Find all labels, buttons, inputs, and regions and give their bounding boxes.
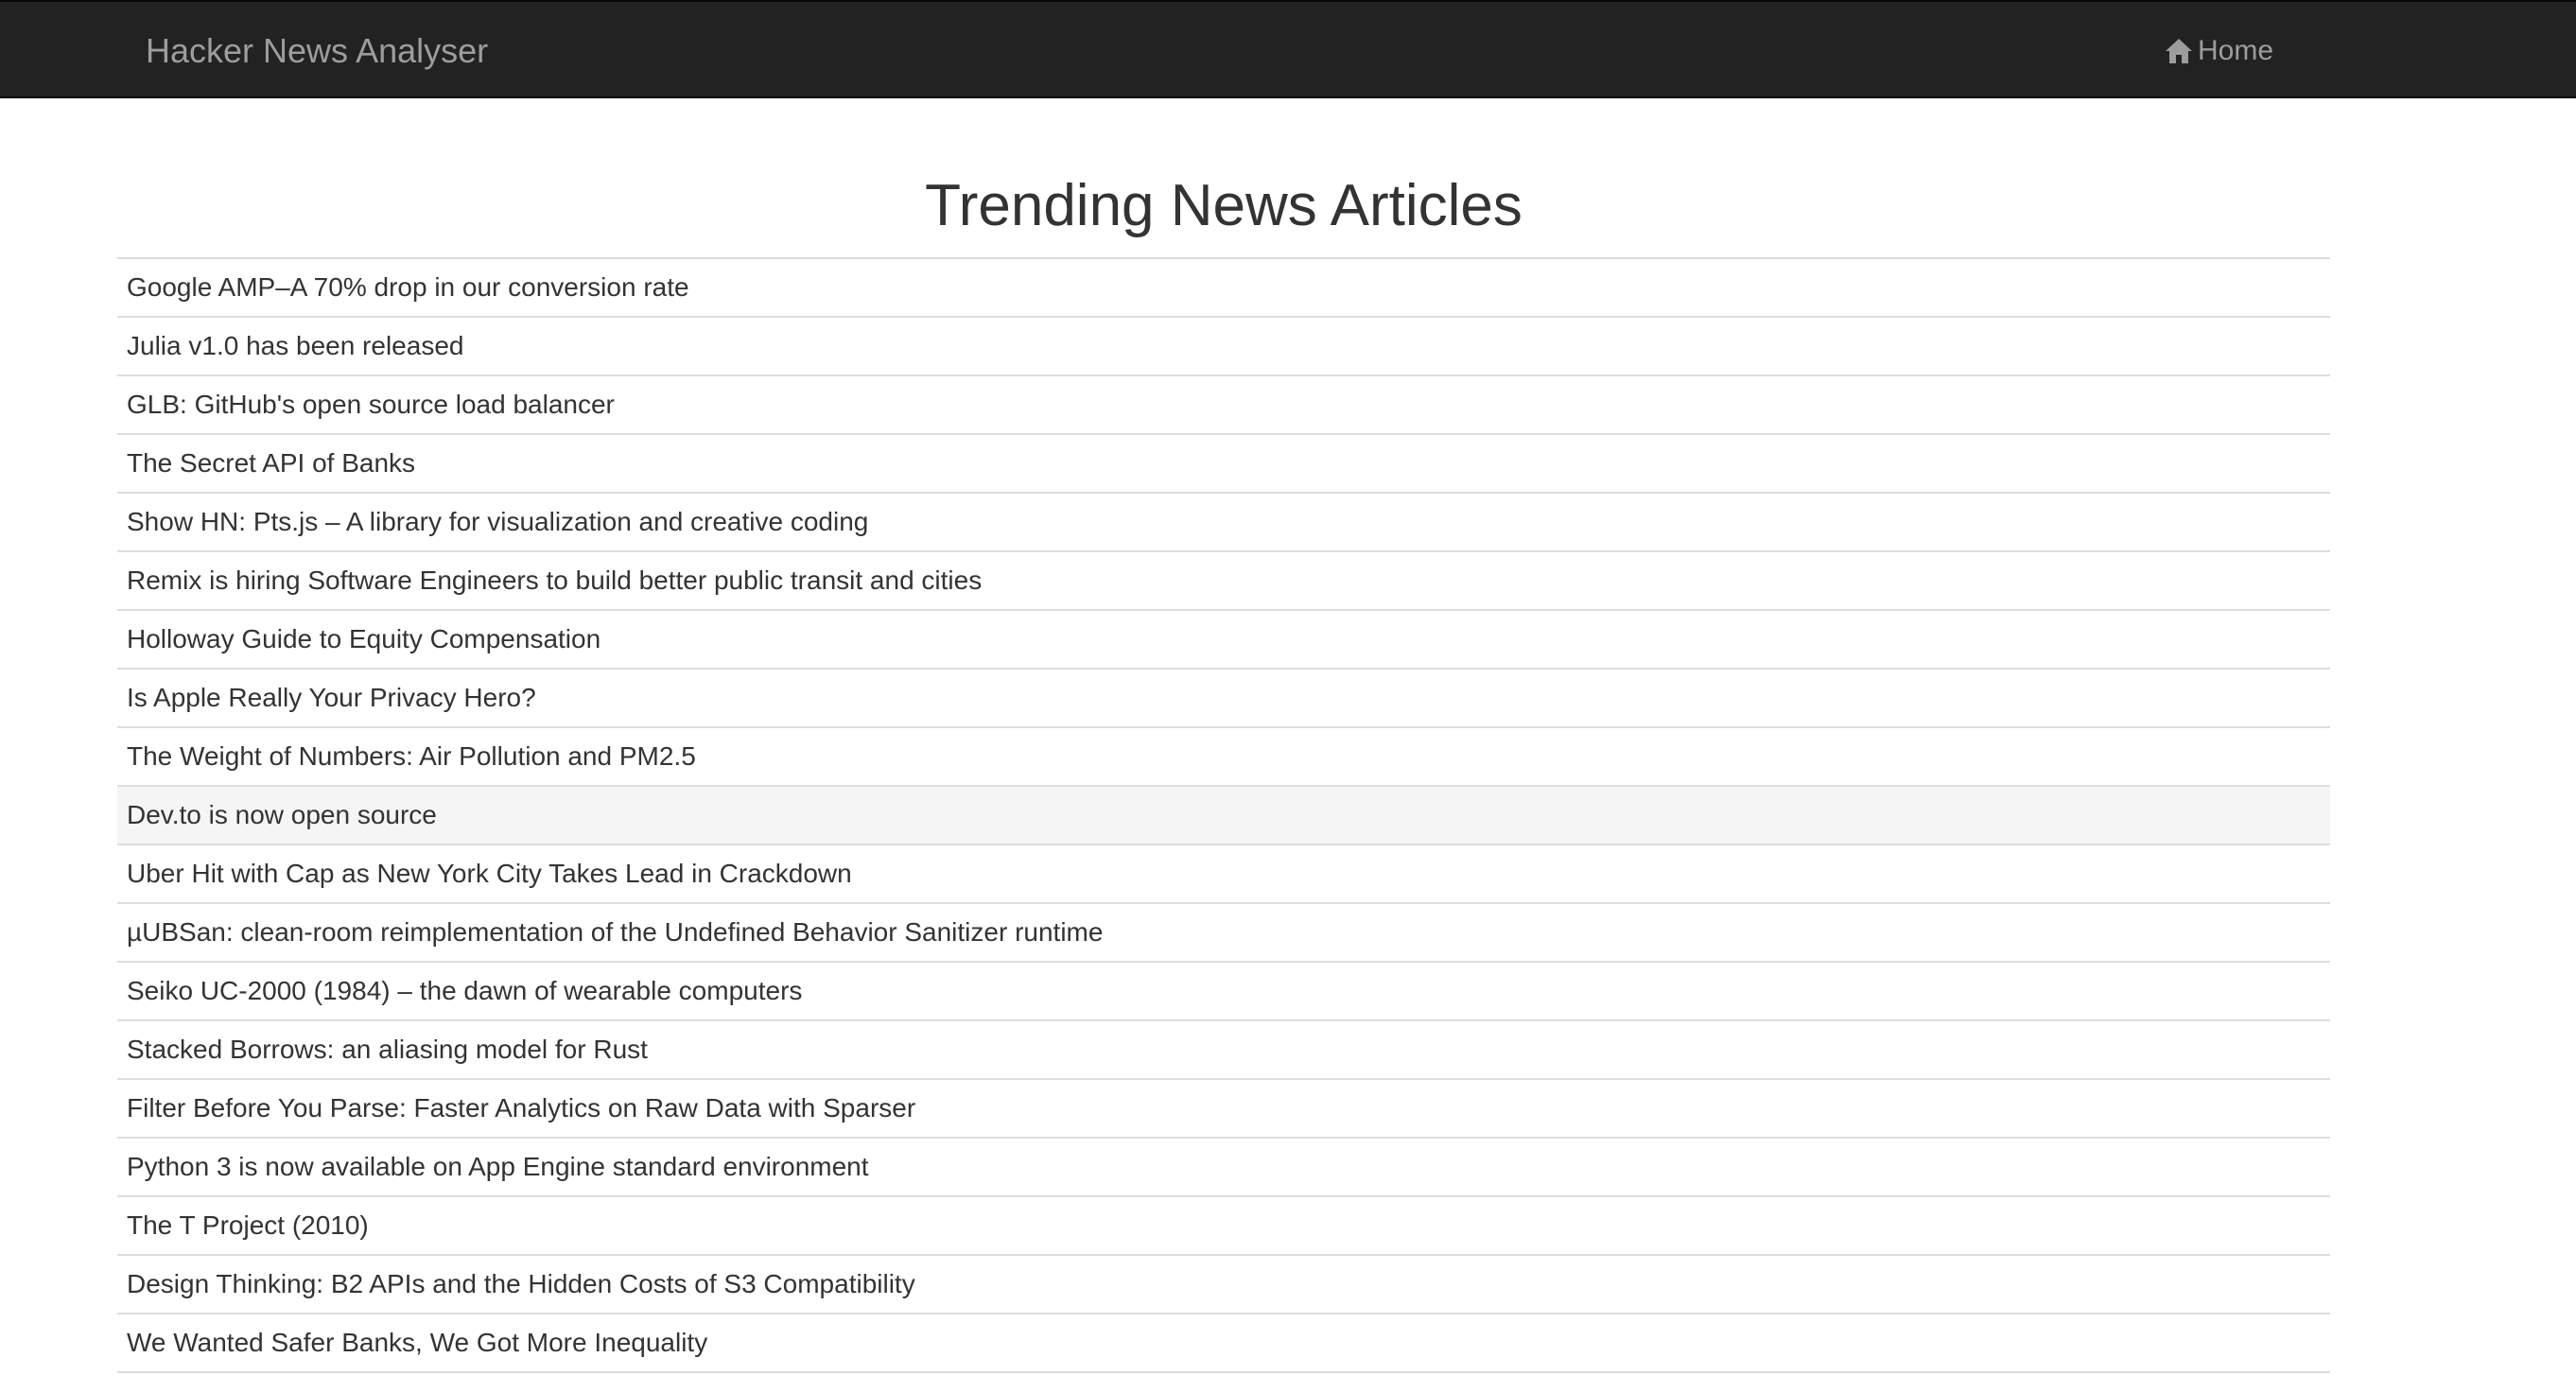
article-item[interactable]: Design Thinking: B2 APIs and the Hidden … <box>117 1256 2330 1314</box>
article-item[interactable]: Julia v1.0 has been released <box>117 318 2330 376</box>
article-item[interactable]: Remix is hiring Software Engineers to bu… <box>117 552 2330 611</box>
article-item[interactable]: Holloway Guide to Equity Compensation <box>117 611 2330 670</box>
article-item[interactable]: Stacked Borrows: an aliasing model for R… <box>117 1021 2330 1080</box>
home-label: Home <box>2198 35 2274 66</box>
article-item[interactable]: Seiko UC-2000 (1984) – the dawn of weara… <box>117 963 2330 1021</box>
article-item[interactable]: The T Project (2010) <box>117 1197 2330 1256</box>
article-item[interactable]: The Weight of Numbers: Air Pollution and… <box>117 728 2330 787</box>
page-title: Trending News Articles <box>925 173 1523 238</box>
brand-link[interactable]: Hacker News Analyser <box>146 25 488 78</box>
article-item[interactable]: Dev.to is now open source <box>117 787 2330 845</box>
article-item[interactable]: The Secret API of Banks <box>117 435 2330 494</box>
navbar: Hacker News Analyser Home <box>0 0 2576 98</box>
article-list: Google AMP–A 70% drop in our conversion … <box>117 257 2330 1373</box>
home-nav-link[interactable]: Home <box>2164 25 2273 78</box>
article-item[interactable]: µUBSan: clean-room reimplementation of t… <box>117 904 2330 963</box>
home-icon <box>2164 36 2198 66</box>
article-item[interactable]: Filter Before You Parse: Faster Analytic… <box>117 1080 2330 1139</box>
article-item[interactable]: Google AMP–A 70% drop in our conversion … <box>117 259 2330 318</box>
article-item[interactable]: Is Apple Really Your Privacy Hero? <box>117 670 2330 728</box>
article-item[interactable]: Python 3 is now available on App Engine … <box>117 1139 2330 1197</box>
article-item[interactable]: We Wanted Safer Banks, We Got More Inequ… <box>117 1314 2330 1373</box>
article-item[interactable]: Show HN: Pts.js – A library for visualiz… <box>117 494 2330 552</box>
article-item[interactable]: Uber Hit with Cap as New York City Takes… <box>117 845 2330 904</box>
article-item[interactable]: GLB: GitHub's open source load balancer <box>117 376 2330 435</box>
